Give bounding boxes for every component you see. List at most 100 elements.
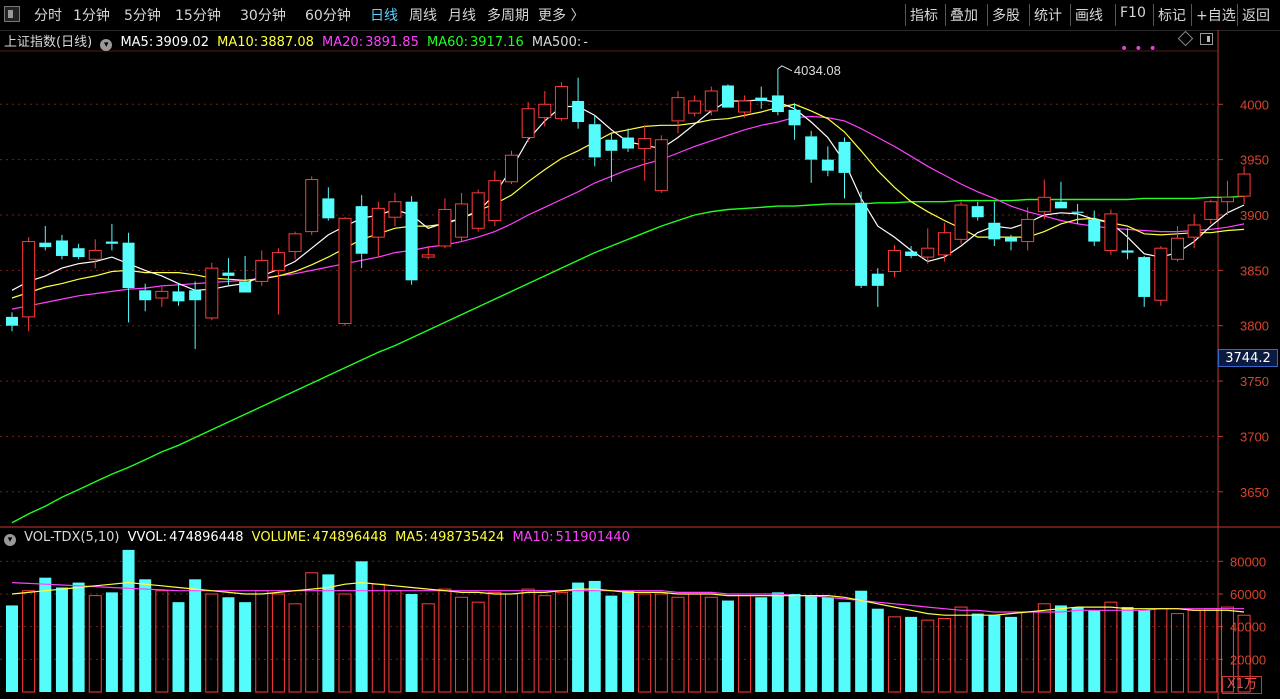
- candle-body: [1220, 196, 1234, 203]
- candle-body: [72, 248, 85, 258]
- ma60-label: MA60:: [426, 35, 469, 50]
- candle-body: [1021, 218, 1035, 243]
- volume-bar: [937, 618, 951, 693]
- vol-ma5-label: MA5:: [395, 530, 428, 545]
- volume-bar: [738, 593, 752, 693]
- candle-body: [671, 97, 685, 122]
- ma10-value: 3887.08: [260, 35, 314, 50]
- candle-body: [1037, 196, 1051, 213]
- high-annotation-pointer: [777, 65, 793, 72]
- volume-bar: [671, 596, 685, 693]
- volume-tick-label: 20000: [1230, 652, 1266, 667]
- volume-bar: [1088, 610, 1101, 692]
- volume-legend: ▾ VOL-TDX(5,10) VVOL: 474896448 VOLUME: 47…: [4, 530, 634, 546]
- candle-body: [172, 291, 185, 302]
- candle-body: [554, 86, 568, 120]
- volume-unit-label: X1万: [1222, 676, 1262, 694]
- volume-bar: [1071, 607, 1084, 692]
- candle-body: [855, 202, 868, 286]
- volume-bar: [622, 590, 635, 692]
- candle-body: [971, 206, 984, 218]
- volume-bar: [505, 593, 518, 693]
- ma5-line: [11, 99, 1245, 291]
- high-annotation-label: 4034.08: [794, 63, 841, 78]
- candle-body: [1071, 211, 1084, 213]
- volume-bar: [239, 602, 252, 692]
- volume-bar: [172, 602, 185, 692]
- ma5-value: 3909.02: [155, 35, 209, 50]
- volume-label: VOLUME:: [251, 530, 311, 545]
- volume-bar: [1005, 616, 1017, 692]
- candle-body: [988, 222, 1001, 240]
- candle-body: [588, 124, 601, 158]
- volume-bar: [371, 583, 385, 693]
- volume-bar: [1037, 603, 1051, 693]
- candle-body: [505, 154, 518, 183]
- candle-body: [755, 97, 768, 101]
- volume-bar: [771, 592, 784, 692]
- price-tick-label: 3750: [1240, 374, 1269, 389]
- candle-body: [605, 139, 618, 151]
- volume-bar: [855, 590, 868, 692]
- candle-body: [105, 241, 118, 244]
- volume-bar: [338, 593, 352, 693]
- ma5-label: MA5:: [120, 35, 154, 50]
- volume-bar: [954, 606, 968, 693]
- candle-body: [521, 108, 535, 139]
- candle-body: [155, 290, 169, 299]
- candle-body: [205, 267, 219, 319]
- dots-icon: •••: [1120, 41, 1163, 57]
- price-tick-label: 4000: [1240, 97, 1269, 112]
- volume-bar: [421, 603, 435, 693]
- volume-bar: [871, 608, 884, 692]
- volume-bar: [205, 593, 219, 693]
- volume-bar: [755, 597, 768, 692]
- candle-body: [322, 198, 335, 219]
- volume-bar: [838, 602, 851, 692]
- volume-bar: [788, 594, 801, 692]
- volume-bar: [1021, 611, 1035, 693]
- candle-body: [239, 281, 252, 293]
- volume-bar: [988, 615, 1001, 692]
- volume-bar: [554, 591, 568, 693]
- volume-bar: [805, 595, 818, 692]
- main-legend: 上证指数(日线) ▾ MA5: 3909.02 MA10: 3887.08 MA20…: [4, 31, 592, 51]
- volume-bar: [654, 593, 668, 693]
- volume-bar: [538, 595, 552, 693]
- candle-body: [122, 242, 135, 289]
- volume-bar: [255, 590, 269, 693]
- candle-body: [1005, 237, 1017, 242]
- volume-bar: [55, 587, 68, 692]
- candle-body: [488, 180, 502, 222]
- candle-body: [871, 273, 884, 286]
- volume-bar: [471, 601, 485, 693]
- candle-body: [821, 159, 834, 171]
- volume-bar: [688, 593, 702, 693]
- candle-body: [288, 233, 302, 253]
- volume-bar: [288, 603, 302, 693]
- volume-tick-label: 60000: [1230, 587, 1266, 602]
- index-name: 上证指数(日线): [4, 35, 93, 50]
- candle-body: [271, 252, 285, 271]
- candle-body: [39, 242, 52, 248]
- candle-body: [189, 290, 202, 301]
- candle-body: [55, 240, 68, 256]
- candle-body: [572, 100, 585, 122]
- candle-body: [771, 95, 784, 113]
- dropdown-icon[interactable]: ▾: [100, 39, 113, 51]
- dropdown-icon[interactable]: ▾: [4, 534, 16, 546]
- volume-bar: [388, 590, 402, 693]
- vol-ma10-value: 511901440: [555, 530, 630, 545]
- volume-value: 474896448: [312, 530, 387, 545]
- ma500-label: MA500:: [531, 35, 582, 50]
- volume-bar: [438, 588, 452, 693]
- volume-bar: [905, 616, 918, 692]
- candle-body: [471, 192, 485, 229]
- volume-bar: [1187, 609, 1201, 693]
- candle-body: [405, 201, 418, 281]
- kline-chart[interactable]: 3650 3700 3750 3800 3850 3900 3950 4000 20000 400…: [0, 0, 1280, 699]
- price-tick-label: 3650: [1240, 485, 1269, 500]
- volume-bar: [921, 619, 935, 693]
- ma500-value: -: [583, 35, 588, 50]
- panel-toggle-icon[interactable]: [1200, 33, 1213, 45]
